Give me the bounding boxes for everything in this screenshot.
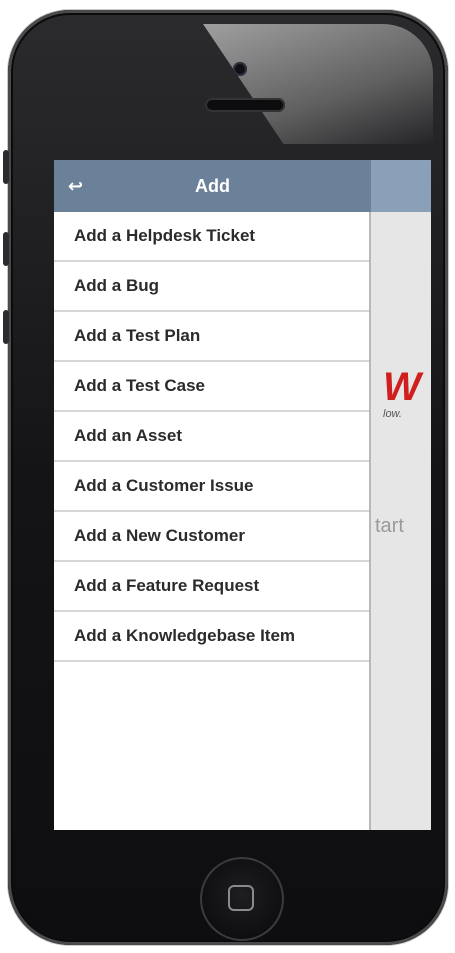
menu-item-asset[interactable]: Add an Asset [54,412,369,462]
home-square-icon [228,885,254,911]
background-logo: W [383,365,421,409]
menu-item-new-customer[interactable]: Add a New Customer [54,512,369,562]
panel-title: Add [195,176,230,196]
menu-item-bug[interactable]: Add a Bug [54,262,369,312]
phone-frame: W low. tart Add ↩ Add a Helpdesk Ticket … [8,10,448,945]
phone-screen: W low. tart Add ↩ Add a Helpdesk Ticket … [54,160,431,830]
background-header [371,160,431,212]
add-menu-panel: Add ↩ Add a Helpdesk Ticket Add a Bug Ad… [54,160,371,830]
home-button[interactable] [200,857,284,941]
panel-header: Add ↩ [54,160,371,212]
volume-up-button[interactable] [3,232,9,266]
earpiece-speaker [205,98,285,112]
add-menu-list: Add a Helpdesk Ticket Add a Bug Add a Te… [54,212,369,662]
background-app: W low. tart [371,160,431,830]
menu-item-helpdesk-ticket[interactable]: Add a Helpdesk Ticket [54,212,369,262]
menu-item-feature-request[interactable]: Add a Feature Request [54,562,369,612]
menu-item-test-case[interactable]: Add a Test Case [54,362,369,412]
menu-item-customer-issue[interactable]: Add a Customer Issue [54,462,369,512]
mute-switch[interactable] [3,150,9,184]
background-tagline: low. [383,408,402,420]
background-start-text[interactable]: tart [375,515,404,538]
menu-item-knowledgebase-item[interactable]: Add a Knowledgebase Item [54,612,369,662]
front-camera [233,62,247,76]
back-arrow-icon[interactable]: ↩ [68,174,92,198]
volume-down-button[interactable] [3,310,9,344]
glass-glare [203,24,433,144]
menu-item-test-plan[interactable]: Add a Test Plan [54,312,369,362]
